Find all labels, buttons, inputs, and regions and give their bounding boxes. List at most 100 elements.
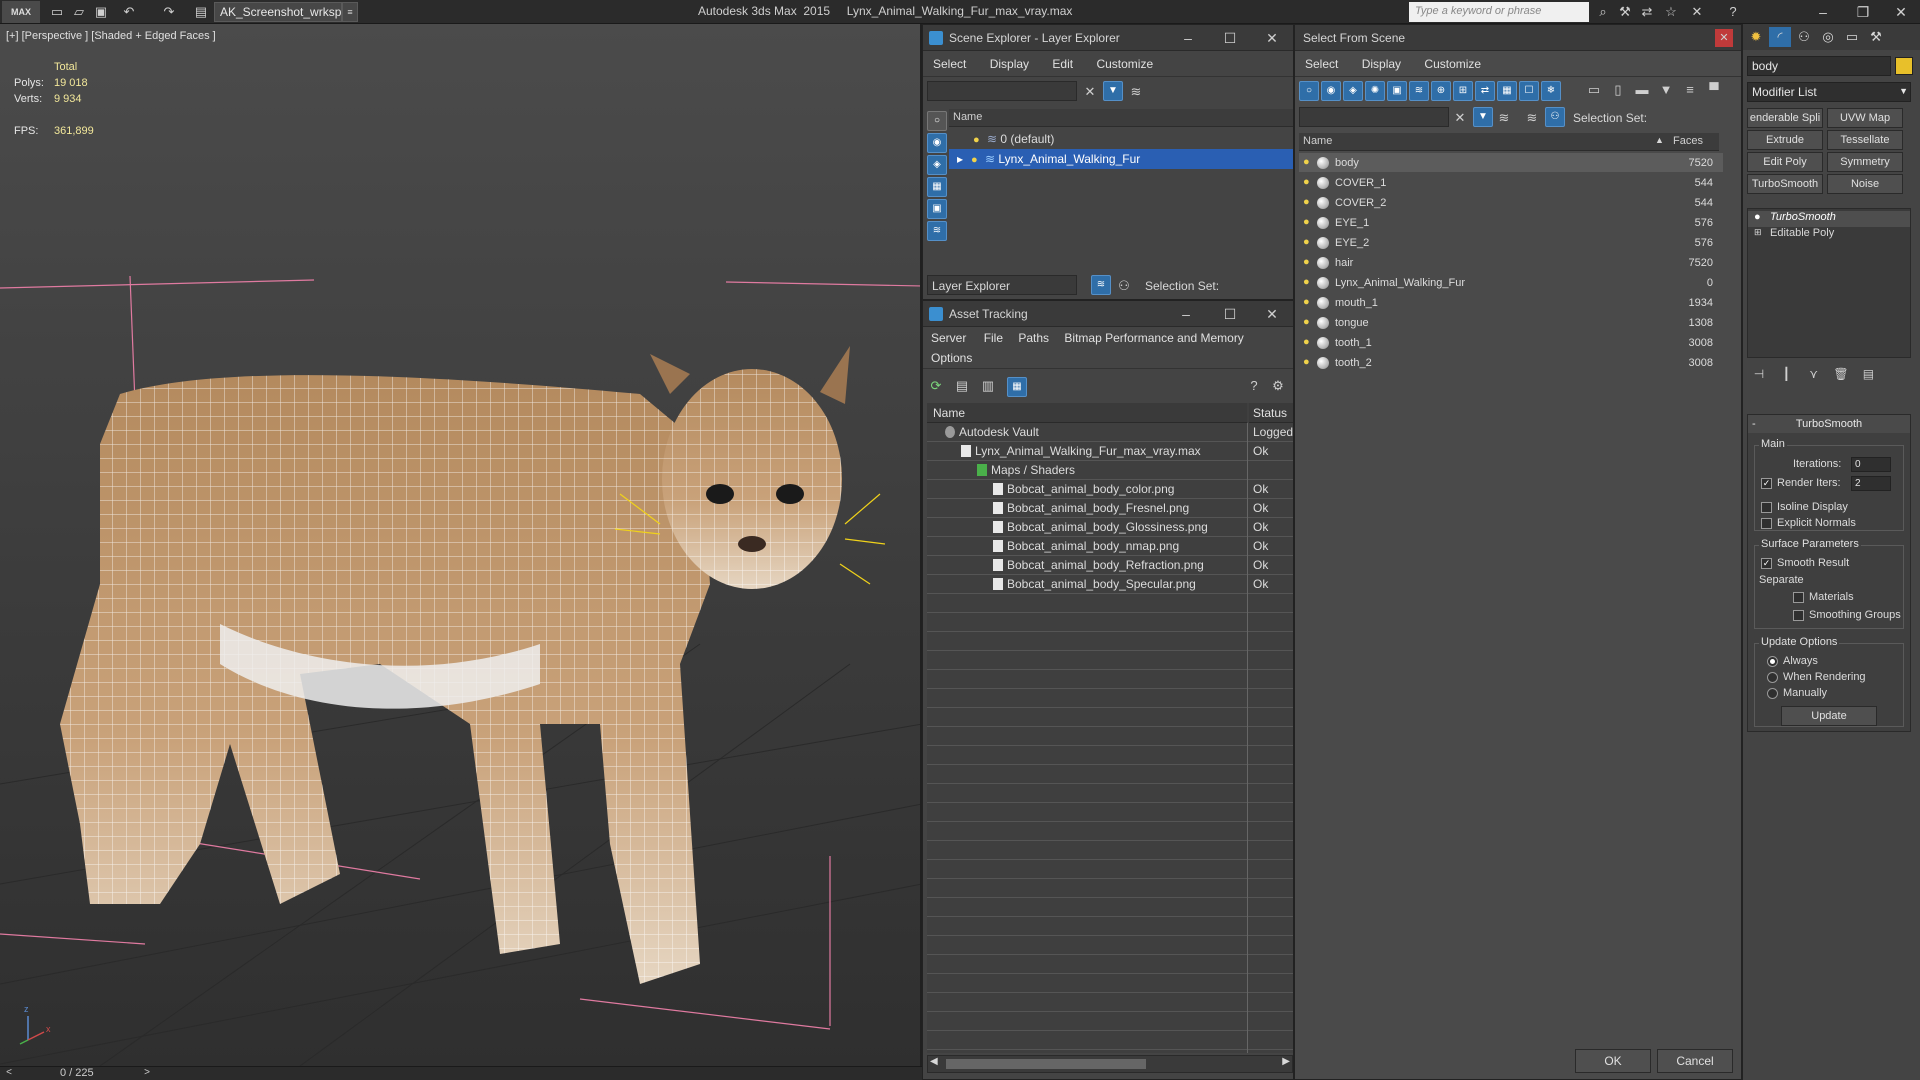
stack-item-turbosmooth[interactable]: ● TurboSmooth: [1748, 211, 1910, 227]
smoothing-groups-checkbox[interactable]: [1793, 610, 1804, 621]
collapse-icon[interactable]: ▀: [1705, 81, 1723, 98]
light-bulb-icon[interactable]: ●: [1303, 276, 1313, 289]
app-logo[interactable]: MAX: [2, 1, 40, 23]
object-row[interactable]: ● mouth_1 1934: [1299, 293, 1723, 313]
minimize-button[interactable]: –: [1806, 1, 1840, 23]
display-geometry-icon[interactable]: ◉: [1321, 81, 1341, 101]
asset-row[interactable]: Lynx_Animal_Walking_Fur_max_vray.max Ok: [927, 442, 1293, 461]
scroll-right-icon[interactable]: ▶: [1282, 1056, 1290, 1067]
noise-button[interactable]: Noise: [1827, 174, 1903, 194]
viewport-label[interactable]: [+] [Perspective ] [Shaded + Edged Faces…: [6, 30, 216, 42]
renderable-spline-button[interactable]: enderable Spli: [1747, 108, 1823, 128]
star-icon[interactable]: ☆: [1660, 2, 1682, 22]
close-x-icon[interactable]: ✕: [1686, 2, 1708, 22]
close-button[interactable]: ✕: [1715, 29, 1733, 47]
redo-icon[interactable]: ↷: [160, 3, 178, 20]
column-name[interactable]: Name: [1299, 133, 1669, 151]
filter-icon[interactable]: ▼: [1657, 81, 1675, 98]
layer-icon[interactable]: ≋: [1523, 109, 1541, 126]
isoline-checkbox[interactable]: [1761, 502, 1772, 513]
time-next-button[interactable]: >: [140, 1067, 154, 1080]
scrollbar-thumb[interactable]: [946, 1059, 1146, 1069]
search-input[interactable]: Type a keyword or phrase: [1409, 2, 1589, 22]
cancel-button[interactable]: Cancel: [1657, 1049, 1733, 1073]
undo-icon[interactable]: ↶: [120, 3, 138, 20]
light-bulb-icon[interactable]: ●: [1303, 316, 1313, 329]
display-all-icon[interactable]: ○: [1299, 81, 1319, 101]
explicit-normals-checkbox[interactable]: [1761, 518, 1772, 529]
expand-arrow-icon[interactable]: ▸: [957, 152, 963, 166]
maximize-button[interactable]: ☐: [1217, 28, 1243, 48]
workspace-menu-icon[interactable]: ≡: [342, 2, 358, 22]
exchange-icon[interactable]: ⇄: [1636, 2, 1658, 22]
clear-search-icon[interactable]: ✕: [1081, 83, 1099, 100]
create-tab-icon[interactable]: ✹: [1745, 27, 1767, 47]
asset-row[interactable]: Bobcat_animal_body_nmap.png Ok: [927, 537, 1293, 556]
binoculars-icon[interactable]: ⌕: [1592, 2, 1614, 22]
close-button[interactable]: ✕: [1884, 1, 1918, 23]
menu-file[interactable]: File: [978, 329, 1009, 347]
display-helpers-icon[interactable]: ≋: [927, 221, 947, 241]
modifier-list-dropdown[interactable]: Modifier List ▼: [1747, 82, 1911, 102]
display-groups-icon[interactable]: ⊞: [1453, 81, 1473, 101]
minimize-button[interactable]: –: [1175, 28, 1201, 48]
uvw-map-button[interactable]: UVW Map: [1827, 108, 1903, 128]
minimize-button[interactable]: –: [1173, 304, 1199, 324]
stack-item-editable-poly[interactable]: ⊞ Editable Poly: [1748, 227, 1910, 243]
asset-tracking-titlebar[interactable]: Asset Tracking – ☐ ✕: [923, 301, 1293, 327]
modify-tab-icon[interactable]: ◜: [1769, 27, 1791, 47]
layer-row-selected[interactable]: ▸ ● ≋ Lynx_Animal_Walking_Fur: [949, 149, 1293, 169]
object-row[interactable]: ● COVER_2 544: [1299, 193, 1723, 213]
rollout-header[interactable]: - TurboSmooth: [1748, 415, 1910, 433]
display-geometry-icon[interactable]: ◉: [927, 133, 947, 153]
pin-stack-icon[interactable]: ⊣: [1747, 364, 1771, 384]
maximize-button[interactable]: ❐: [1846, 1, 1880, 23]
render-iters-checkbox[interactable]: ✓: [1761, 478, 1772, 489]
thumbnail-view-icon[interactable]: ▥: [979, 377, 997, 394]
sort-icon[interactable]: ≡: [1681, 81, 1699, 98]
horizontal-scrollbar[interactable]: ◀ ▶: [927, 1055, 1293, 1073]
menu-bitmap-performance[interactable]: Bitmap Performance and Memory: [1058, 329, 1249, 347]
display-cameras-icon[interactable]: ▣: [927, 199, 947, 219]
object-row[interactable]: ● hair 7520: [1299, 253, 1723, 273]
object-row[interactable]: ● COVER_1 544: [1299, 173, 1723, 193]
maximize-button[interactable]: ☐: [1217, 304, 1243, 324]
show-end-result-icon[interactable]: ┃: [1774, 364, 1798, 384]
sort-icon[interactable]: ≋: [1495, 109, 1513, 126]
time-slider[interactable]: < 0 / 225 >: [0, 1066, 922, 1080]
layer-options-icon[interactable]: ≋: [1127, 83, 1145, 100]
object-row[interactable]: ● body 7520: [1299, 153, 1723, 173]
scene-explorer-titlebar[interactable]: Scene Explorer - Layer Explorer – ☐ ✕: [923, 25, 1293, 51]
light-bulb-icon[interactable]: ●: [1303, 156, 1313, 169]
object-row[interactable]: ● Lynx_Animal_Walking_Fur 0: [1299, 273, 1723, 293]
display-containers-icon[interactable]: ☐: [1519, 81, 1539, 101]
asset-column-name[interactable]: Name: [927, 403, 1247, 423]
sort-ascending-icon[interactable]: ▲: [1655, 135, 1664, 145]
menu-edit[interactable]: Edit: [1042, 53, 1083, 75]
light-bulb-icon[interactable]: ●: [1303, 176, 1313, 189]
time-prev-button[interactable]: <: [2, 1067, 16, 1080]
select-invert-icon[interactable]: ▬: [1633, 81, 1651, 98]
display-tab-icon[interactable]: ▭: [1841, 27, 1863, 47]
explorer-mode-dropdown[interactable]: Layer Explorer: [927, 275, 1077, 295]
smooth-result-checkbox[interactable]: ✓: [1761, 558, 1772, 569]
scene-column-name[interactable]: Name: [949, 109, 1293, 127]
object-row[interactable]: ● EYE_1 576: [1299, 213, 1723, 233]
make-unique-icon[interactable]: ⋎: [1802, 364, 1826, 384]
configure-sets-icon[interactable]: ▤: [1856, 364, 1880, 384]
manually-radio[interactable]: [1767, 688, 1778, 699]
remove-modifier-icon[interactable]: 🗑: [1829, 364, 1853, 384]
light-bulb-icon[interactable]: ●: [1303, 216, 1313, 229]
workspace-dropdown[interactable]: AK_Screenshot_wrksp: [214, 2, 342, 22]
perspective-viewport[interactable]: z x [+] [Perspective ] [Shaded + Edged F…: [0, 24, 922, 1066]
display-objects-icon[interactable]: ○: [927, 111, 947, 131]
light-bulb-icon[interactable]: ●: [1303, 196, 1313, 209]
column-faces[interactable]: Faces: [1669, 133, 1719, 151]
layer-row[interactable]: ● ≋ 0 (default): [949, 129, 1293, 149]
select-from-scene-titlebar[interactable]: Select From Scene ✕: [1295, 25, 1741, 51]
light-bulb-icon[interactable]: ●: [1303, 356, 1313, 369]
asset-row[interactable]: Bobcat_animal_body_Refraction.png Ok: [927, 556, 1293, 575]
display-shapes-icon[interactable]: ◈: [1343, 81, 1363, 101]
help-icon[interactable]: ?: [1245, 377, 1263, 394]
refresh-icon[interactable]: ⟳: [927, 377, 945, 394]
